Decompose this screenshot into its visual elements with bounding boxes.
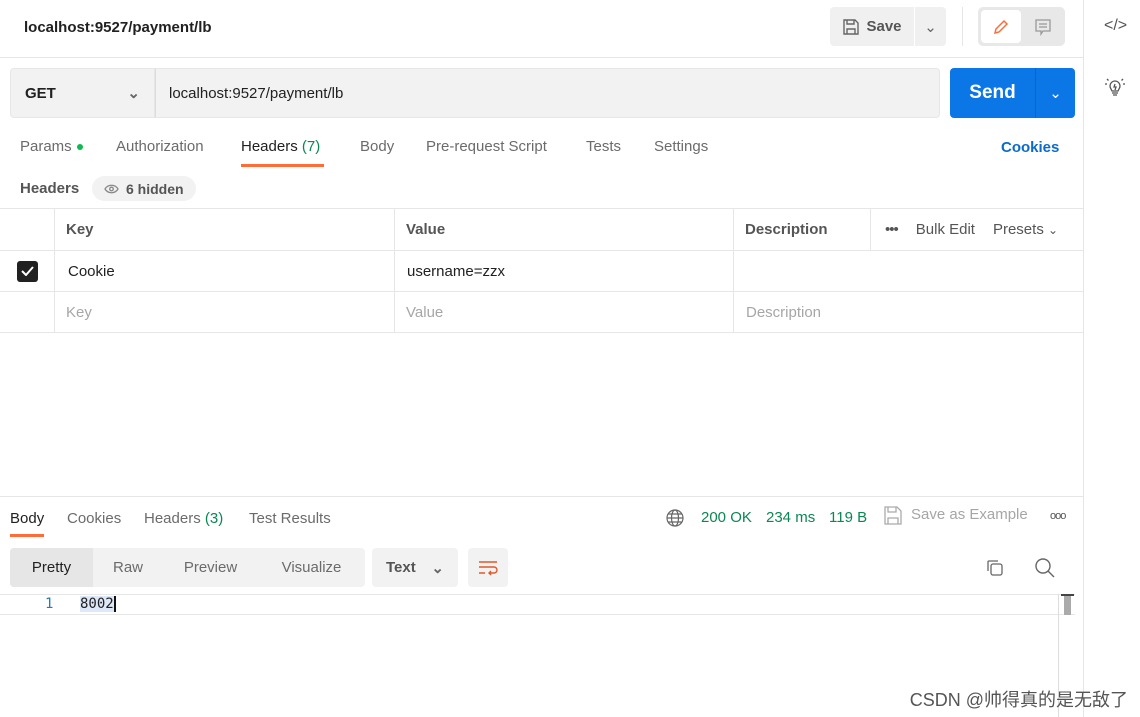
copy-icon[interactable] (985, 558, 1005, 582)
editor-scrollbar[interactable] (1061, 594, 1074, 615)
chevron-down-icon: ⌄ (1048, 223, 1059, 237)
send-button[interactable]: Send (950, 68, 1035, 118)
table-row-empty: Key Value Description (0, 292, 1084, 333)
pencil-icon (993, 19, 1009, 34)
value-cell[interactable]: username=zzx (395, 251, 734, 291)
status-code[interactable]: 200 OK (701, 509, 752, 526)
eye-icon (104, 184, 119, 193)
chevron-down-icon: ⌄ (924, 18, 937, 36)
view-mode-selector: Pretty Raw Preview Visualize (10, 548, 365, 587)
tab-tests[interactable]: Tests (586, 138, 621, 155)
tab-label: Headers (144, 510, 201, 527)
hidden-count: 6 hidden (126, 180, 184, 197)
response-time[interactable]: 234 ms (766, 509, 815, 526)
lightbulb-icon[interactable] (1104, 76, 1126, 102)
tab-label: Params (20, 138, 72, 155)
headers-count: (7) (301, 138, 321, 155)
line-number: 1 (45, 596, 54, 612)
headers-label: Headers (20, 180, 80, 197)
format-select[interactable]: Text ⌄ (372, 548, 458, 587)
tab-params[interactable]: Params (20, 138, 83, 155)
description-cell[interactable] (734, 251, 1084, 291)
params-indicator-dot (76, 144, 83, 151)
tab-settings[interactable]: Settings (654, 138, 708, 155)
checkbox-cell (0, 292, 55, 332)
comments-button[interactable] (1024, 10, 1062, 43)
right-sidebar: </> (1085, 0, 1140, 717)
row-checkbox[interactable] (17, 260, 38, 282)
divider (962, 7, 963, 46)
tab-headers[interactable]: Headers (7) (241, 138, 325, 167)
chevron-down-icon: ⌄ (127, 85, 140, 102)
column-description: Description (734, 209, 871, 250)
view-raw[interactable]: Raw (93, 548, 163, 587)
response-tab-headers[interactable]: Headers (3) (144, 510, 223, 527)
key-cell[interactable]: Cookie (55, 251, 395, 291)
send-dropdown[interactable]: ⌄ (1035, 68, 1075, 118)
description-input[interactable]: Description (734, 292, 1084, 332)
table-row: Cookie username=zzx (0, 251, 1084, 292)
value-input[interactable]: Value (395, 292, 734, 332)
url-input[interactable]: localhost:9527/payment/lb (155, 68, 940, 118)
request-title: localhost:9527/payment/lb (24, 19, 212, 36)
checkbox-cell (0, 251, 55, 291)
format-value: Text (386, 559, 416, 576)
response-body-text[interactable]: 8002 (80, 596, 116, 612)
more-icon[interactable]: ••• (885, 221, 899, 238)
save-as-example-button[interactable]: Save as Example (884, 506, 1028, 525)
key-input[interactable]: Key (55, 292, 395, 332)
tab-prerequest-script[interactable]: Pre-request Script (426, 138, 547, 155)
tab-authorization[interactable]: Authorization (116, 138, 204, 155)
headers-count: (3) (204, 510, 224, 527)
hidden-headers-toggle[interactable]: 6 hidden (92, 176, 196, 201)
view-pretty[interactable]: Pretty (10, 548, 93, 587)
comment-icon (1035, 18, 1051, 36)
response-tab-cookies[interactable]: Cookies (67, 510, 121, 527)
more-options-icon[interactable]: ooo (1050, 510, 1066, 522)
save-dropdown[interactable]: ⌄ (915, 7, 946, 46)
view-preview[interactable]: Preview (163, 548, 258, 587)
save-label: Save (866, 18, 902, 35)
cookies-link[interactable]: Cookies (1001, 139, 1059, 156)
watermark: CSDN @帅得真的是无敌了 (909, 690, 1128, 710)
response-tab-test-results[interactable]: Test Results (249, 510, 331, 527)
presets-dropdown[interactable]: Presets ⌄ (993, 221, 1058, 238)
code-icon[interactable]: </> (1104, 17, 1127, 35)
method-value: GET (25, 84, 56, 102)
globe-icon[interactable] (665, 508, 685, 532)
table-header-row: Key Value Description ••• Bulk Edit Pres… (0, 209, 1084, 251)
view-visualize[interactable]: Visualize (258, 548, 365, 587)
wrap-icon (479, 560, 498, 575)
headers-table: Key Value Description ••• Bulk Edit Pres… (0, 208, 1084, 333)
bulk-edit-button[interactable]: Bulk Edit (916, 221, 975, 238)
wrap-lines-button[interactable] (468, 548, 508, 587)
method-select[interactable]: GET ⌄ (10, 68, 155, 118)
top-bar: localhost:9527/payment/lb Save ⌄ (0, 0, 1084, 58)
column-key: Key (55, 209, 395, 250)
checkbox-column (0, 209, 55, 250)
main-panel: localhost:9527/payment/lb Save ⌄ GET ⌄ lo… (0, 0, 1084, 717)
save-button[interactable]: Save (830, 7, 914, 46)
table-actions: ••• Bulk Edit Presets ⌄ (871, 209, 1084, 250)
chevron-down-icon: ⌄ (1049, 85, 1062, 102)
save-icon (884, 506, 902, 525)
tab-label: Headers (241, 138, 298, 155)
response-size[interactable]: 119 B (829, 509, 867, 526)
edit-mode-button[interactable] (981, 10, 1021, 43)
response-divider (0, 496, 1084, 497)
chevron-down-icon: ⌄ (431, 559, 444, 577)
save-icon (843, 18, 860, 35)
save-example-label: Save as Example (911, 506, 1028, 523)
check-icon (21, 266, 34, 276)
mode-toggle (978, 7, 1065, 46)
column-value: Value (395, 209, 734, 250)
search-icon[interactable] (1034, 557, 1056, 583)
tab-body[interactable]: Body (360, 138, 394, 155)
response-tab-body[interactable]: Body (10, 510, 45, 537)
code-line: 1 8002 (0, 594, 1075, 615)
presets-label: Presets (992, 221, 1044, 238)
